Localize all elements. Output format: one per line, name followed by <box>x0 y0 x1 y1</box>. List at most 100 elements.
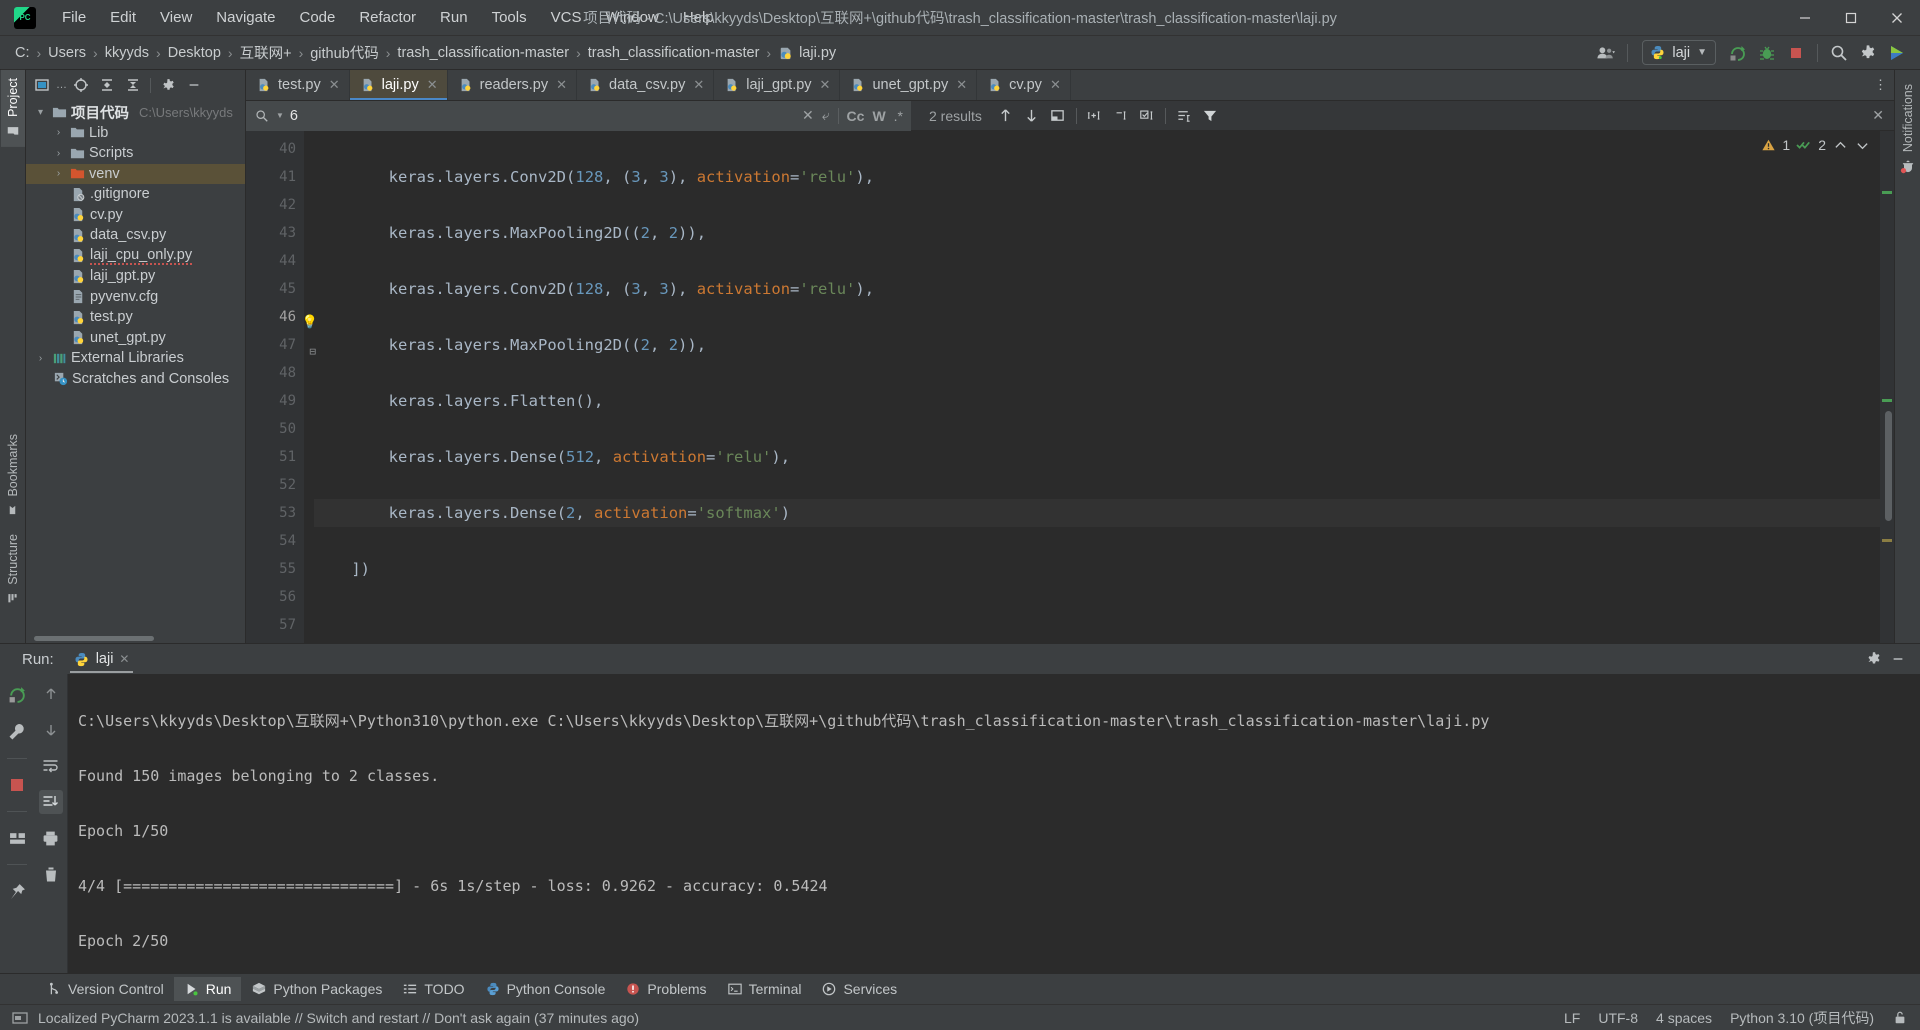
hide-panel-icon[interactable] <box>182 74 206 96</box>
search-history-chevron-icon[interactable]: ▼ <box>276 111 284 120</box>
breadcrumb-item-5[interactable]: github代码 <box>305 40 384 65</box>
menu-item-tools[interactable]: Tools <box>480 5 539 30</box>
editor-tab-readers-py[interactable]: readers.py ✕ <box>448 70 578 100</box>
gear-icon[interactable] <box>156 74 180 96</box>
tool-window-tab-project[interactable]: Project <box>0 70 25 147</box>
search-input[interactable]: ▼ 6 ✕ ⤶ Cc W .* <box>246 100 911 131</box>
tool-tab-python-packages[interactable]: Python Packages <box>241 977 392 1001</box>
stop-icon[interactable] <box>5 773 29 797</box>
tool-window-tab-bookmarks[interactable]: Bookmarks <box>1 426 25 527</box>
tree-node-gitignore[interactable]: .gitignore <box>26 184 245 205</box>
tree-node-external-libraries[interactable]: › External Libraries <box>26 348 245 369</box>
wrench-icon[interactable] <box>5 720 29 744</box>
close-icon[interactable]: ✕ <box>329 77 340 93</box>
settings-icon[interactable] <box>1855 41 1881 65</box>
more-options-icon[interactable]: … <box>56 79 67 91</box>
words-toggle[interactable]: W <box>872 108 885 124</box>
code-text-area[interactable]: keras.layers.Conv2D(128, (3, 3), activat… <box>304 131 1880 643</box>
tool-tab-version-control[interactable]: Version Control <box>36 977 174 1001</box>
scroll-to-end-icon[interactable] <box>38 790 63 814</box>
tool-tab-python-console[interactable]: Python Console <box>475 977 616 1001</box>
match-case-toggle[interactable]: Cc <box>847 108 865 124</box>
chevron-up-icon[interactable] <box>1832 137 1848 153</box>
menu-item-refactor[interactable]: Refactor <box>347 5 428 30</box>
tree-node-test-py[interactable]: test.py <box>26 307 245 328</box>
editor-tab-cv-py[interactable]: cv.py ✕ <box>977 70 1071 100</box>
tree-node-data-csv-py[interactable]: data_csv.py <box>26 225 245 246</box>
breadcrumb-item-0[interactable]: C: <box>10 43 35 63</box>
memory-indicator-icon[interactable] <box>12 1010 28 1026</box>
down-icon[interactable] <box>39 718 63 742</box>
line-number-gutter[interactable]: 40 41 42 43 44 45 46 💡 47 ⊟ 48 49 50 51 … <box>246 131 318 643</box>
soft-wrap-icon[interactable] <box>39 754 63 778</box>
regex-toggle[interactable]: .* <box>894 108 903 124</box>
tree-node-scratches[interactable]: Scratches and Consoles <box>26 369 245 390</box>
debug-icon[interactable] <box>1754 41 1780 65</box>
encoding-indicator[interactable]: UTF-8 <box>1598 1010 1638 1026</box>
stop-icon[interactable] <box>1783 41 1809 65</box>
run-session-tab[interactable]: laji ✕ <box>66 647 138 673</box>
close-icon[interactable]: ✕ <box>119 652 129 666</box>
search-everywhere-icon[interactable] <box>1826 41 1852 65</box>
breadcrumb-item-6[interactable]: trash_classification-master <box>392 43 574 63</box>
lock-icon[interactable] <box>1892 1010 1908 1026</box>
close-icon[interactable]: ✕ <box>956 77 967 93</box>
account-icon[interactable] <box>1593 41 1619 65</box>
hide-panel-icon[interactable] <box>1890 651 1906 667</box>
collapse-all-icon[interactable] <box>121 74 145 96</box>
tree-node-laji-gpt-py[interactable]: laji_gpt.py <box>26 266 245 287</box>
breadcrumb-item-file[interactable]: laji.py <box>773 43 841 63</box>
tool-tab-run[interactable]: Run <box>173 977 242 1001</box>
chevron-right-icon[interactable]: › <box>52 168 65 179</box>
remove-selection-icon[interactable] <box>1113 108 1129 124</box>
tool-tab-todo[interactable]: TODO <box>392 977 474 1001</box>
run-console-output[interactable]: C:\Users\kkyyds\Desktop\互联网+\Python310\p… <box>68 674 1920 973</box>
close-icon[interactable]: ✕ <box>693 77 704 93</box>
gear-icon[interactable] <box>1866 651 1882 667</box>
breadcrumb-item-3[interactable]: Desktop <box>163 43 226 63</box>
locate-icon[interactable] <box>69 74 93 96</box>
line-separator-indicator[interactable]: LF <box>1564 1010 1580 1026</box>
editor-tab-data-csv-py[interactable]: data_csv.py ✕ <box>577 70 715 100</box>
print-icon[interactable] <box>39 826 63 850</box>
previous-occurrence-icon[interactable] <box>998 108 1014 124</box>
tool-tab-problems[interactable]: Problems <box>615 977 716 1001</box>
editor-tab-unet-gpt-py[interactable]: unet_gpt.py ✕ <box>840 70 978 100</box>
filter-icon[interactable] <box>1202 108 1218 124</box>
close-icon[interactable]: ✕ <box>427 77 438 93</box>
editor-tab-laji-py[interactable]: laji.py ✕ <box>349 70 448 100</box>
tool-window-tab-notifications[interactable]: Notifications <box>1896 76 1920 178</box>
chevron-down-icon[interactable] <box>1854 137 1870 153</box>
close-icon[interactable]: ✕ <box>1050 77 1061 93</box>
interpreter-indicator[interactable]: Python 3.10 (项目代码) <box>1730 1008 1874 1028</box>
open-in-find-window-icon[interactable] <box>1050 108 1066 124</box>
tree-node-project-root[interactable]: ▾ 项目代码 C:\Users\kkyyds <box>26 102 245 123</box>
trash-icon[interactable] <box>39 862 63 886</box>
menu-item-edit[interactable]: Edit <box>98 5 148 30</box>
indent-indicator[interactable]: 4 spaces <box>1656 1010 1712 1026</box>
breadcrumb-item-2[interactable]: kkyyds <box>100 43 154 63</box>
run-icon[interactable] <box>1725 41 1751 65</box>
select-all-occurrences-icon[interactable] <box>1139 108 1155 124</box>
expand-all-icon[interactable] <box>95 74 119 96</box>
minimize-button[interactable] <box>1782 0 1828 36</box>
up-icon[interactable] <box>39 682 63 706</box>
menu-item-code[interactable]: Code <box>287 5 347 30</box>
maximize-button[interactable] <box>1828 0 1874 36</box>
search-history-icon[interactable]: ⤶ <box>822 107 830 124</box>
tree-node-cv-py[interactable]: cv.py <box>26 205 245 226</box>
chevron-right-icon[interactable]: › <box>52 148 65 159</box>
breadcrumb-item-7[interactable]: trash_classification-master <box>583 43 765 63</box>
tool-tab-services[interactable]: Services <box>811 977 907 1001</box>
menu-item-file[interactable]: File <box>50 5 98 30</box>
chevron-down-icon[interactable]: ▾ <box>34 107 47 118</box>
status-message[interactable]: Localized PyCharm 2023.1.1 is available … <box>38 1010 639 1026</box>
tree-node-unet-gpt-py[interactable]: unet_gpt.py <box>26 328 245 349</box>
editor-tab-laji-gpt-py[interactable]: laji_gpt.py ✕ <box>714 70 841 100</box>
tree-node-venv[interactable]: › venv <box>26 163 245 184</box>
tree-node-pyvenv-cfg[interactable]: pyvenv.cfg <box>26 287 245 308</box>
close-find-bar-icon[interactable]: ✕ <box>1872 107 1894 124</box>
editor-tab-test-py[interactable]: test.py ✕ <box>246 70 350 100</box>
tab-options-icon[interactable]: ⋮ <box>1874 77 1888 93</box>
layout-icon[interactable] <box>5 826 29 850</box>
